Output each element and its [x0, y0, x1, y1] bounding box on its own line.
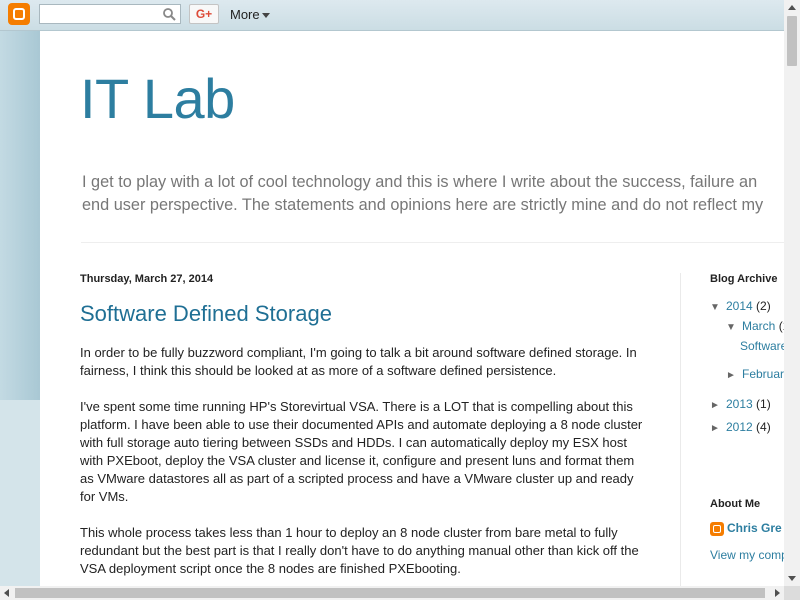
google-plus-button[interactable]: G+ — [189, 4, 219, 24]
archive-link[interactable]: Februar — [742, 367, 784, 381]
view-profile-link[interactable]: View my comp profile — [710, 547, 784, 563]
expand-arrow-icon[interactable]: ► — [710, 423, 726, 434]
archive-item-march[interactable]: ▼March (1 — [726, 319, 784, 333]
scroll-up-icon[interactable] — [788, 5, 796, 10]
profile-name-link[interactable]: Chris Gre — [727, 521, 782, 535]
page-background — [0, 31, 40, 400]
blogger-profile-icon — [710, 521, 724, 536]
post-body: In order to be fully buzzword compliant,… — [80, 344, 650, 586]
blog-title[interactable]: IT Lab — [80, 66, 235, 131]
post-paragraph: I've spent some time running HP's Storev… — [80, 399, 643, 504]
vertical-scrollbar[interactable] — [784, 0, 800, 586]
archive-link[interactable]: 2014 — [726, 299, 753, 313]
archive-item-2014[interactable]: ▼ 2014 (2) — [710, 299, 771, 313]
archive-count: (4) — [756, 420, 771, 434]
archive-post-link[interactable]: Software — [740, 339, 784, 353]
sidebar-divider — [680, 273, 681, 586]
collapse-arrow-icon[interactable]: ▼ — [710, 302, 726, 313]
profile-row[interactable]: Chris Gre — [710, 521, 782, 536]
post-paragraph: This whole process takes less than 1 hou… — [80, 525, 639, 576]
vertical-scroll-thumb[interactable] — [787, 16, 797, 66]
post-paragraph: In order to be fully buzzword compliant,… — [80, 345, 637, 378]
scroll-down-icon[interactable] — [788, 576, 796, 581]
post-date: Thursday, March 27, 2014 — [80, 273, 214, 285]
blogger-navbar: G+ More — [0, 0, 784, 31]
scroll-left-icon[interactable] — [4, 589, 9, 597]
expand-arrow-icon[interactable]: ► — [710, 400, 726, 411]
more-label: More — [230, 7, 260, 22]
post-title[interactable]: Software Defined Storage — [80, 301, 332, 327]
more-menu-button[interactable]: More — [230, 7, 270, 22]
archive-link[interactable]: Software — [740, 339, 784, 353]
collapse-arrow-icon[interactable]: ▼ — [726, 322, 742, 333]
blogger-logo-icon[interactable] — [8, 3, 30, 25]
blog-description: I get to play with a lot of cool technol… — [82, 171, 784, 217]
archive-item-2013[interactable]: ► 2013 (1) — [710, 397, 771, 411]
scroll-right-icon[interactable] — [775, 589, 780, 597]
blog-content: IT Lab I get to play with a lot of cool … — [40, 31, 784, 586]
archive-item-february[interactable]: ► Februar — [726, 367, 784, 381]
caret-down-icon — [261, 13, 270, 19]
horizontal-scroll-thumb[interactable] — [15, 588, 765, 598]
about-heading: About Me — [710, 498, 761, 510]
expand-arrow-icon[interactable]: ► — [726, 370, 742, 381]
archive-link[interactable]: 2013 — [726, 397, 753, 411]
archive-item-2012[interactable]: ► 2012 (4) — [710, 420, 771, 434]
description-line: I get to play with a lot of cool technol… — [82, 173, 758, 191]
search-icon[interactable] — [162, 7, 176, 21]
archive-heading: Blog Archive — [710, 273, 778, 285]
scrollbar-corner — [784, 586, 800, 600]
header-divider — [81, 242, 784, 243]
archive-count: (2) — [756, 299, 771, 313]
archive-link[interactable]: March — [742, 319, 775, 333]
page-background-lower — [0, 400, 40, 600]
description-line: end user perspective. The statements and… — [82, 196, 764, 214]
archive-count: (1) — [756, 397, 771, 411]
horizontal-scrollbar[interactable] — [0, 586, 784, 600]
archive-link[interactable]: 2012 — [726, 420, 753, 434]
search-input[interactable] — [39, 4, 181, 24]
